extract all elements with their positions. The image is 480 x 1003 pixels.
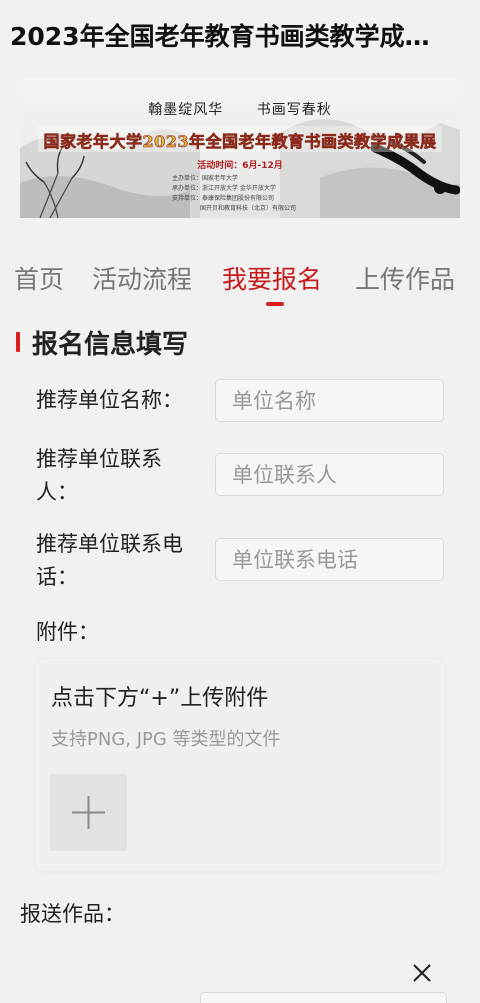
tab-bar: 首页 活动流程 我要报名 上传作品 (0, 252, 480, 312)
tab-upload-works[interactable]: 上传作品 (355, 260, 455, 296)
tab-home[interactable]: 首页 (14, 260, 64, 296)
banner-slogan-left: 翰墨绽风华 (148, 102, 224, 118)
unit-phone-label-line1: 推荐单位联系电 (36, 532, 183, 556)
submit-works-label: 报送作品： (20, 902, 125, 926)
unit-contact-input[interactable] (215, 453, 444, 496)
close-icon (413, 964, 431, 982)
banner-title: 国家老年大学2023年全国老年教育书画类教学成果展 (43, 132, 437, 152)
add-attachment-button[interactable] (50, 774, 127, 851)
event-banner: 翰墨绽风华 书画写春秋 国家老年大学2023年全国老年教育书画类教学成果展 活动… (20, 78, 460, 218)
plus-icon (72, 796, 105, 829)
banner-organizer-line: 主办单位：国家老年大学 (172, 175, 239, 182)
banner-slogan-right: 书画写春秋 (256, 102, 332, 118)
tab-activity-process[interactable]: 活动流程 (92, 260, 192, 296)
submit-works-field[interactable] (200, 992, 447, 1003)
attachment-upload-area: 点击下方“+”上传附件 支持PNG, JPG 等类型的文件 (35, 659, 445, 871)
upload-file-types-hint: 支持PNG, JPG 等类型的文件 (51, 729, 281, 750)
upload-instruction: 点击下方“+”上传附件 (51, 686, 269, 711)
banner-organizer-line: 支持单位：泰康保险集团股份有限公司 (172, 195, 275, 202)
section-header: 报名信息填写 (16, 326, 189, 360)
unit-name-label: 推荐单位名称： (36, 388, 183, 412)
tab-register[interactable]: 我要报名 (222, 260, 322, 296)
page-header: 2023年全国老年教育书画类教学成… (0, 0, 480, 70)
banner-organizers: 主办单位：国家老年大学 承办单位：浙江开放大学 金华开放大学 支持单位：泰康保险… (172, 174, 296, 214)
unit-phone-input[interactable] (215, 538, 444, 581)
section-title: 报名信息填写 (32, 329, 189, 360)
section-accent-bar (16, 332, 20, 352)
unit-name-input[interactable] (215, 379, 444, 422)
banner-time: 活动时间：6月-12月 (197, 161, 283, 171)
unit-phone-label: 推荐单位联系电 话： (36, 528, 212, 594)
banner-organizer-line: 承办单位：浙江开放大学 金华开放大学 (172, 185, 276, 192)
active-tab-indicator (266, 302, 284, 306)
unit-phone-label-line2: 话： (36, 565, 78, 589)
banner-slogan: 翰墨绽风华 书画写春秋 (20, 99, 460, 119)
attachment-label: 附件： (36, 620, 99, 644)
unit-contact-label-line2: 人： (36, 480, 78, 504)
unit-contact-label: 推荐单位联系 人： (36, 443, 212, 509)
close-button[interactable] (411, 962, 433, 984)
banner-organizer-line: 国开贝和教育科技（北京）有限公司 (200, 205, 297, 212)
page-title: 2023年全国老年教育书画类教学成… (10, 22, 430, 51)
unit-contact-label-line1: 推荐单位联系 (36, 447, 162, 471)
